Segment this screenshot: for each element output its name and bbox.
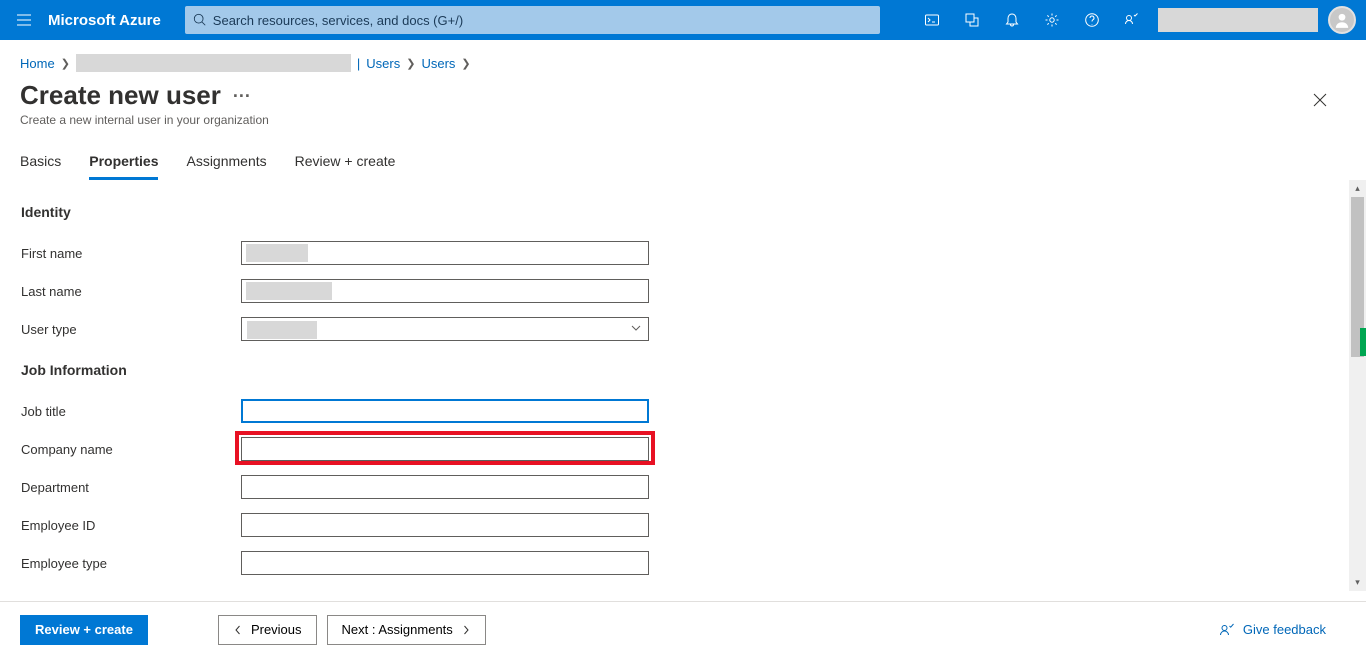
tab-basics[interactable]: Basics [20, 153, 61, 180]
close-icon [1313, 93, 1327, 107]
next-button-label: Next : Assignments [342, 622, 453, 637]
more-actions-button[interactable]: ··· [233, 87, 251, 105]
cloud-shell-button[interactable] [912, 0, 952, 40]
page-header: Create new user ··· Create a new interna… [0, 72, 1366, 127]
input-company-name[interactable] [241, 437, 649, 461]
breadcrumb-home[interactable]: Home [20, 56, 55, 71]
scroll-track[interactable] [1349, 197, 1366, 574]
field-row-company-name: Company name [21, 430, 1346, 468]
side-marker [1360, 328, 1366, 356]
gear-icon [1044, 12, 1060, 28]
input-employee-id[interactable] [241, 513, 649, 537]
feedback-icon [1124, 12, 1140, 28]
form-scroll-pane: Identity First name Last name User type [0, 180, 1366, 591]
field-row-user-type: User type [21, 310, 1346, 348]
help-icon [1084, 12, 1100, 28]
scroll-down-button[interactable]: ▾ [1349, 574, 1366, 591]
cloud-shell-icon [924, 12, 940, 28]
breadcrumb-separator: | [357, 56, 360, 71]
label-department: Department [21, 480, 241, 495]
person-icon [1333, 11, 1351, 29]
feedback-icon [1219, 622, 1235, 638]
give-feedback-link[interactable]: Give feedback [1219, 622, 1326, 638]
masked-value [246, 244, 308, 262]
review-create-button[interactable]: Review + create [20, 615, 148, 645]
copilot-icon [964, 12, 980, 28]
page-title: Create new user [20, 80, 221, 111]
feedback-button[interactable] [1112, 0, 1152, 40]
chevron-right-icon: ❯ [406, 57, 415, 70]
previous-button-label: Previous [251, 622, 302, 637]
tab-review-create[interactable]: Review + create [295, 153, 396, 180]
vertical-scrollbar[interactable]: ▴ ▾ [1349, 180, 1366, 591]
tenant-indicator[interactable] [1158, 8, 1318, 32]
input-employee-type[interactable] [241, 551, 649, 575]
label-job-title: Job title [21, 404, 241, 419]
menu-toggle-button[interactable] [0, 12, 48, 28]
hamburger-icon [16, 12, 32, 28]
chevron-right-icon: ❯ [461, 57, 470, 70]
tab-strip: Basics Properties Assignments Review + c… [0, 127, 1366, 180]
masked-value [247, 321, 317, 339]
topbar-actions [912, 0, 1366, 40]
label-employee-type: Employee type [21, 556, 241, 571]
label-first-name: First name [21, 246, 241, 261]
input-department[interactable] [241, 475, 649, 499]
notifications-button[interactable] [992, 0, 1032, 40]
breadcrumb-users-1[interactable]: Users [366, 56, 400, 71]
chevron-right-icon [461, 625, 471, 635]
section-job-information: Job Information [21, 362, 1346, 378]
breadcrumb-directory[interactable] [76, 54, 351, 72]
field-row-first-name: First name [21, 234, 1346, 272]
masked-value [246, 282, 332, 300]
scroll-up-button[interactable]: ▴ [1349, 180, 1366, 197]
field-row-job-title: Job title [21, 392, 1346, 430]
bell-icon [1004, 12, 1020, 28]
brand-label[interactable]: Microsoft Azure [48, 12, 181, 29]
settings-button[interactable] [1032, 0, 1072, 40]
page-subtitle: Create a new internal user in your organ… [20, 113, 1304, 127]
section-identity: Identity [21, 204, 1346, 220]
close-button[interactable] [1304, 84, 1336, 116]
label-last-name: Last name [21, 284, 241, 299]
label-employee-id: Employee ID [21, 518, 241, 533]
next-button[interactable]: Next : Assignments [327, 615, 486, 645]
chevron-left-icon [233, 625, 243, 635]
previous-button[interactable]: Previous [218, 615, 317, 645]
tab-assignments[interactable]: Assignments [186, 153, 266, 180]
account-avatar[interactable] [1328, 6, 1356, 34]
field-row-employee-id: Employee ID [21, 506, 1346, 544]
footer-bar: Review + create Previous Next : Assignme… [0, 601, 1366, 657]
select-user-type[interactable] [241, 317, 649, 341]
global-search-input[interactable] [207, 13, 872, 28]
field-row-last-name: Last name [21, 272, 1346, 310]
input-job-title[interactable] [241, 399, 649, 423]
search-icon [193, 13, 207, 27]
top-bar: Microsoft Azure [0, 0, 1366, 40]
breadcrumb: Home ❯ | Users ❯ Users ❯ [0, 40, 1366, 72]
help-button[interactable] [1072, 0, 1112, 40]
breadcrumb-users-2[interactable]: Users [421, 56, 455, 71]
give-feedback-label: Give feedback [1243, 622, 1326, 637]
global-search[interactable] [185, 6, 880, 34]
label-user-type: User type [21, 322, 241, 337]
field-row-department: Department [21, 468, 1346, 506]
field-row-employee-type: Employee type [21, 544, 1346, 582]
chevron-right-icon: ❯ [61, 57, 70, 70]
copilot-button[interactable] [952, 0, 992, 40]
tab-properties[interactable]: Properties [89, 153, 158, 180]
chevron-down-icon [630, 322, 642, 337]
label-company-name: Company name [21, 442, 241, 457]
